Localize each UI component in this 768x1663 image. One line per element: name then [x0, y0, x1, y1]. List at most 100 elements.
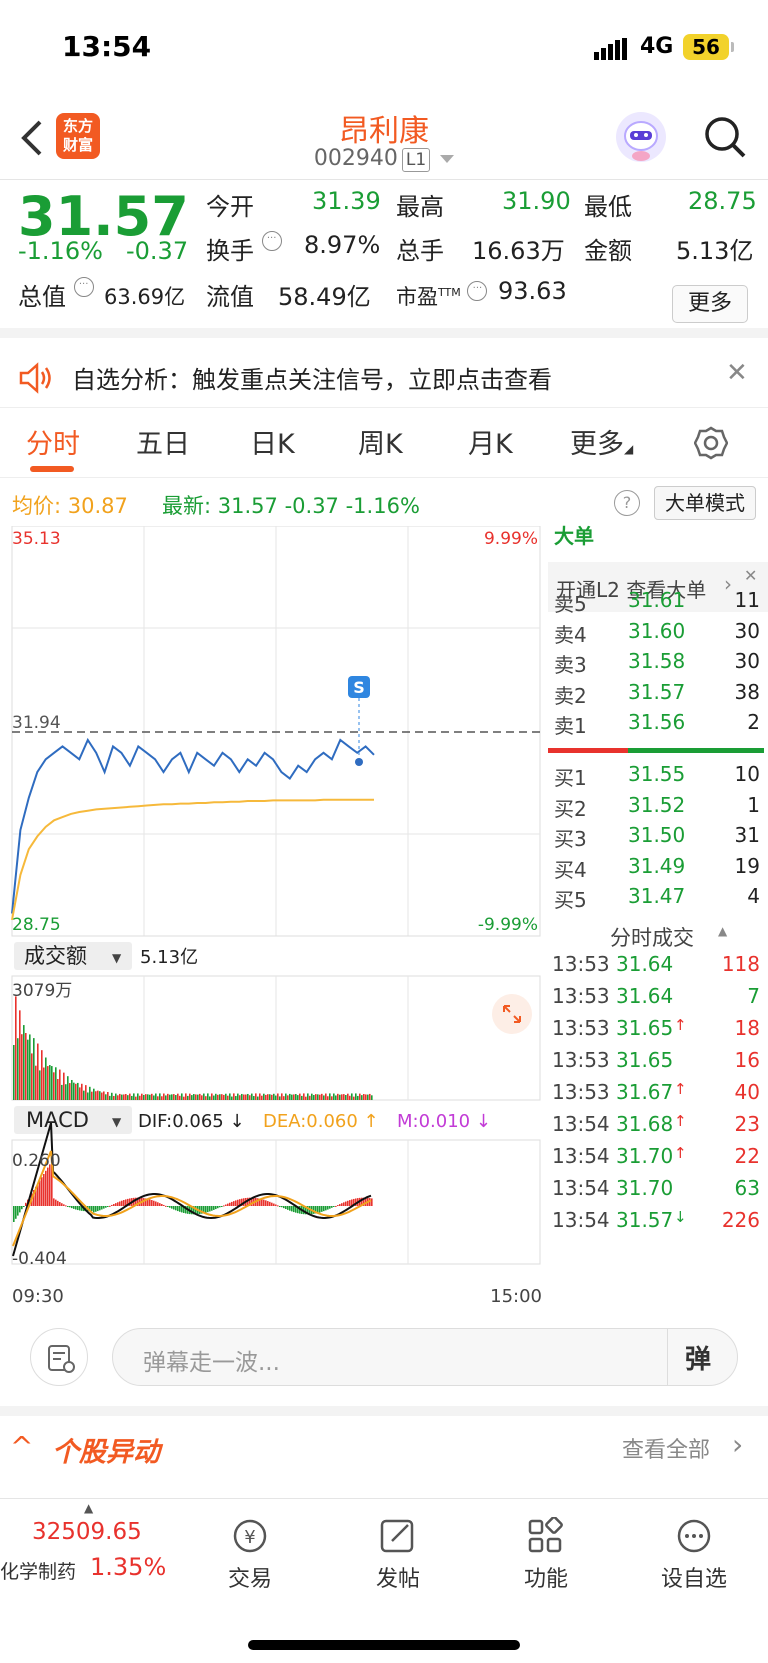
change-percent: -1.16%	[18, 237, 103, 265]
volume-bar	[271, 1094, 273, 1100]
macd-bar	[347, 1200, 349, 1206]
volume-bar	[165, 1095, 167, 1100]
price-line	[11, 737, 375, 914]
order-row[interactable]: 买2 31.52 1	[548, 793, 764, 823]
volume-bar	[49, 1065, 51, 1100]
volume-bar	[39, 1070, 41, 1100]
volume-bar	[159, 1093, 161, 1100]
volume-bar	[309, 1095, 311, 1100]
close-icon[interactable]: ✕	[744, 566, 757, 585]
order-row[interactable]: 买5 31.47 4	[548, 884, 764, 914]
quote-panel: 31.57 -1.16% -0.37 今开 31.39 最高 31.90 最低 …	[0, 181, 768, 338]
tick-time: 13:53	[552, 1048, 610, 1072]
more-dots-icon[interactable]: ···	[73, 277, 94, 297]
order-row[interactable]: 卖5 31.61 11	[548, 588, 764, 618]
tab-daily-k[interactable]: 日K	[250, 422, 295, 461]
gear-icon[interactable]	[694, 426, 728, 460]
order-row[interactable]: 卖4 31.60 30	[548, 619, 764, 649]
vol-total: 5.13亿	[140, 947, 198, 968]
alert-banner[interactable]: 自选分析：触发重点关注信号，立即点击查看 ✕	[0, 348, 768, 408]
order-row[interactable]: 卖2 31.57 38	[548, 680, 764, 710]
macd-bar	[157, 1202, 159, 1206]
volume-bar	[173, 1094, 175, 1100]
order-row[interactable]: 卖1 31.56 2	[548, 710, 764, 740]
tab-monthly-k[interactable]: 月K	[468, 422, 513, 461]
volume-bar	[137, 1093, 139, 1100]
low-value: 28.75	[688, 187, 757, 215]
tab-5day[interactable]: 五日	[136, 422, 190, 461]
order-row[interactable]: 买3 31.50 31	[548, 823, 764, 853]
macd-bar	[349, 1200, 351, 1206]
robot-avatar-icon[interactable]	[616, 112, 666, 162]
more-button[interactable]: 更多	[672, 285, 748, 323]
macd-bar	[221, 1206, 223, 1207]
order-label: 买1	[554, 766, 587, 790]
nav-watchlist[interactable]: 设自选	[634, 1517, 754, 1593]
pe-value: 93.63	[498, 277, 567, 305]
nav-trade[interactable]: ¥ 交易	[190, 1517, 310, 1593]
volume-bar	[291, 1094, 293, 1100]
tab-more[interactable]: 更多◢	[570, 422, 633, 461]
notes-icon[interactable]	[30, 1328, 88, 1386]
search-icon[interactable]	[702, 114, 748, 160]
order-label: 卖2	[554, 683, 587, 708]
ask-ratio-bar	[548, 748, 628, 753]
order-book: 大单 开通L2 查看大单 › ✕ 卖5 31.61 11 卖4 31.60 30 卖3 31.…	[548, 524, 768, 1310]
order-price: 31.49	[628, 853, 686, 878]
more-dots-icon[interactable]: ···	[261, 231, 282, 251]
volume-bar	[63, 1072, 65, 1100]
order-volume: 31	[734, 823, 760, 847]
volume-bar	[153, 1095, 155, 1100]
tick-row: 13:54 31.68 ↑ 23	[548, 1112, 764, 1142]
index-value[interactable]: 32509.65	[32, 1519, 142, 1545]
danmu-toggle-button[interactable]: 弹	[685, 1339, 711, 1376]
chevron-right-icon: ›	[732, 1428, 744, 1461]
pe-ttm-mark: TTM	[438, 286, 461, 299]
macd-bar	[119, 1201, 121, 1206]
volume-bar	[47, 1066, 49, 1100]
stock-alert-section[interactable]: ^ 个股异动 查看全部 ›	[0, 1406, 768, 1478]
volume-bar	[327, 1096, 329, 1100]
volume-bar	[205, 1096, 207, 1100]
order-row[interactable]: 卖3 31.58 30	[548, 649, 764, 679]
close-icon[interactable]: ✕	[726, 358, 748, 388]
macd-bar	[97, 1206, 99, 1212]
volume-bar	[215, 1093, 217, 1100]
macd-bar	[105, 1206, 107, 1208]
macd-bar	[167, 1206, 169, 1207]
tab-weekly-k[interactable]: 周K	[358, 422, 403, 461]
tick-row: 13:54 31.70 ↑ 22	[548, 1144, 764, 1174]
tick-row: 13:54 31.70 63	[548, 1176, 764, 1206]
tab-intraday[interactable]: 分时	[26, 422, 80, 461]
signal-icon	[594, 38, 627, 60]
volume-bar	[331, 1096, 333, 1100]
macd-bar	[333, 1206, 335, 1207]
big-order-mode-button[interactable]: 大单模式	[654, 486, 756, 520]
nav-post[interactable]: 发帖	[338, 1517, 458, 1593]
caret-up-icon[interactable]: ▲	[718, 924, 727, 938]
float-label: 流值	[206, 283, 254, 311]
volume-bar	[303, 1093, 305, 1100]
comment-bar: 弹幕走一波... 弹	[0, 1310, 768, 1406]
last-value: 31.57	[217, 494, 278, 518]
order-row[interactable]: 买4 31.49 19	[548, 854, 764, 884]
macd-bar	[321, 1206, 323, 1212]
tick-price: 31.68	[616, 1112, 674, 1136]
expand-button[interactable]	[492, 994, 532, 1034]
macd-bar	[53, 1198, 55, 1206]
volume-bar	[347, 1093, 349, 1100]
grid-icon	[528, 1517, 563, 1553]
macd-bar	[159, 1203, 161, 1206]
macd-bar	[229, 1202, 231, 1206]
more-dots-icon[interactable]: ···	[467, 281, 488, 301]
macd-bar	[75, 1206, 77, 1210]
danmu-input[interactable]: 弹幕走一波... 弹	[112, 1328, 738, 1386]
macd-bar	[339, 1204, 341, 1206]
order-volume: 38	[734, 679, 760, 704]
macd-bar	[21, 1206, 23, 1210]
view-all-link[interactable]: 查看全部	[622, 1432, 710, 1464]
order-row[interactable]: 买1 31.55 10	[548, 762, 764, 792]
more-circle-icon	[677, 1519, 711, 1553]
nav-function[interactable]: 功能	[486, 1517, 606, 1593]
help-icon[interactable]: ?	[614, 490, 640, 516]
